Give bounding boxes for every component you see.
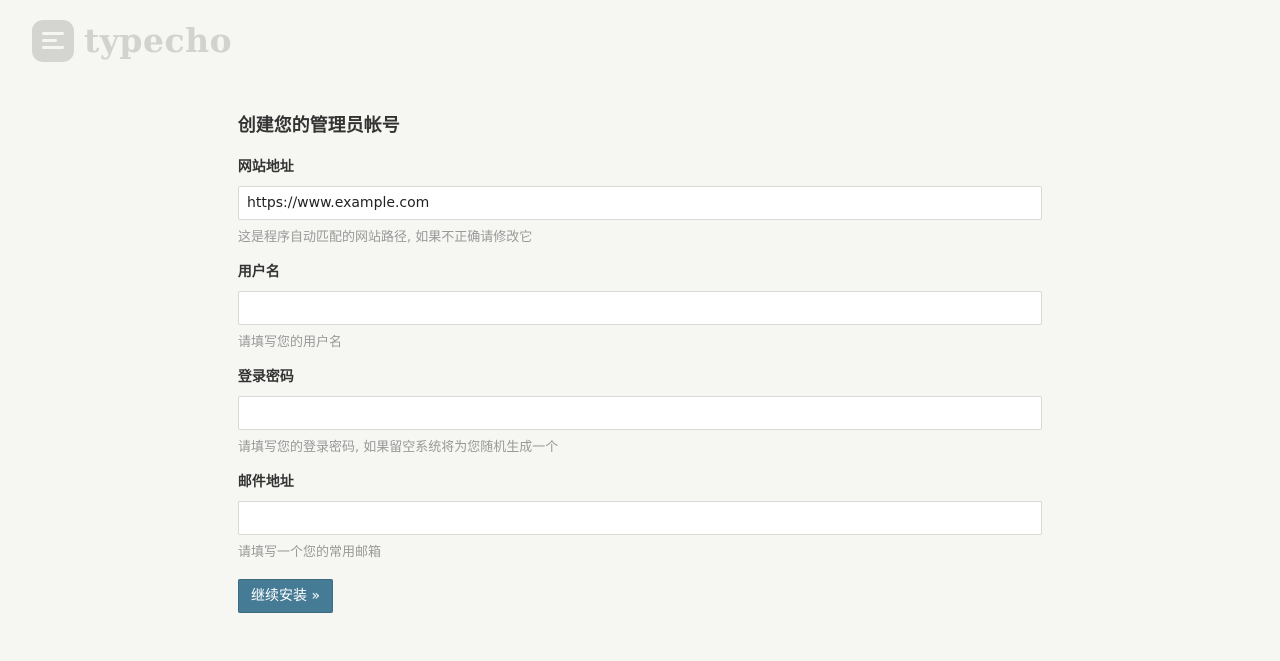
email-hint: 请填写一个您的常用邮箱: [238, 545, 382, 560]
email-field: 邮件地址 请填写一个您的常用邮箱: [238, 472, 1042, 562]
password-label: 登录密码: [238, 369, 294, 385]
username-field: 用户名 请填写您的用户名: [238, 262, 1042, 352]
typecho-logo[interactable]: typecho: [32, 20, 232, 62]
continue-install-button[interactable]: 继续安装 »: [238, 579, 334, 613]
username-input[interactable]: [238, 291, 1042, 325]
form-title: 创建您的管理员帐号: [238, 115, 400, 136]
site-url-hint: 这是程序自动匹配的网站路径, 如果不正确请修改它: [238, 230, 533, 245]
password-hint: 请填写您的登录密码, 如果留空系统将为您随机生成一个: [238, 440, 559, 455]
email-label: 邮件地址: [238, 474, 294, 490]
password-field: 登录密码 请填写您的登录密码, 如果留空系统将为您随机生成一个: [238, 367, 1042, 457]
typecho-logo-icon: [32, 20, 74, 62]
username-label: 用户名: [238, 264, 280, 280]
site-url-field: 网站地址 这是程序自动匹配的网站路径, 如果不正确请修改它: [238, 157, 1042, 247]
site-url-label: 网站地址: [238, 159, 294, 175]
password-input[interactable]: [238, 396, 1042, 430]
site-url-input[interactable]: [238, 186, 1042, 220]
logo-text: typecho: [84, 21, 233, 60]
admin-account-form: 创建您的管理员帐号 网站地址 这是程序自动匹配的网站路径, 如果不正确请修改它 …: [238, 110, 1042, 613]
username-hint: 请填写您的用户名: [238, 335, 343, 350]
email-input[interactable]: [238, 501, 1042, 535]
